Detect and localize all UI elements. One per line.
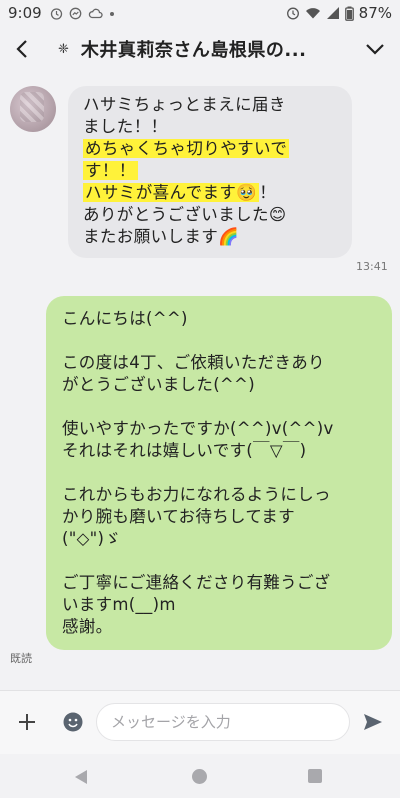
chat-header: ❈ 木井真莉奈さん島根県の... — [0, 26, 400, 72]
message-line — [62, 550, 378, 572]
chevron-down-icon — [366, 44, 384, 55]
message-line — [62, 330, 378, 352]
chat-menu-button[interactable] — [364, 38, 386, 60]
message-line — [62, 396, 378, 418]
status-system-icons: 87% — [286, 4, 392, 22]
status-time: 9:09 — [8, 4, 42, 22]
add-attachment-button[interactable] — [16, 711, 38, 733]
message-line: ありがとうございました😊 — [83, 205, 287, 224]
smiley-icon — [63, 712, 83, 732]
send-icon — [364, 714, 382, 730]
message-line-highlighted: ハサミが喜んでます🥹！ — [83, 183, 277, 202]
message-line: 感謝。 — [62, 617, 113, 636]
message-line: ハサミちょっとまえに届き — [83, 95, 286, 114]
message-line: それはそれは嬉しいです(￣▽￣) — [62, 441, 307, 460]
alarm-icon — [50, 7, 62, 20]
messenger-icon — [69, 7, 82, 19]
chat-title[interactable]: 木井真莉奈さん島根県の... — [81, 36, 349, 62]
message-input-bar — [0, 690, 400, 754]
message-line: この度は4丁、ご依頼いただきあり — [62, 353, 325, 372]
incoming-message-bubble[interactable]: ハサミちょっとまえに届き ました！！ めちゃくちゃ切りやすいで す！！ ハサミが… — [68, 86, 352, 258]
alarm-icon — [286, 7, 299, 20]
message-line — [62, 462, 378, 484]
chevron-left-icon — [16, 40, 27, 58]
back-button[interactable] — [0, 26, 44, 72]
avatar[interactable] — [10, 86, 56, 132]
battery-percentage: 87% — [358, 4, 392, 22]
plus-icon — [19, 714, 35, 730]
nav-home-button[interactable] — [192, 769, 207, 784]
message-line: いますm(__)m — [62, 595, 176, 614]
send-button[interactable] — [362, 711, 384, 733]
status-bar: 9:09 87% — [0, 0, 400, 26]
emoji-button[interactable] — [62, 711, 84, 733]
dot-icon — [109, 11, 114, 16]
nav-recents-button[interactable] — [308, 769, 322, 783]
message-line: ご丁寧にご連絡くださり有難うござ — [62, 573, 331, 592]
read-receipt: 既読 — [10, 652, 32, 665]
message-input[interactable] — [96, 703, 350, 741]
message-line: これからもお力になれるようにしっ — [62, 485, 331, 504]
battery-icon — [344, 6, 354, 21]
outgoing-message-bubble[interactable]: こんにちは(^^) この度は4丁、ご依頼いただきあり がとうございました(^^)… — [46, 296, 392, 650]
system-navigation-bar — [0, 754, 400, 798]
message-line: こんにちは(^^) — [62, 309, 188, 328]
message-line: 使いやすかったですか(^^)v(^^)v — [62, 419, 334, 438]
incoming-message-time: 13:41 — [356, 260, 388, 273]
cloud-icon — [88, 8, 103, 18]
status-notification-icons — [50, 7, 115, 20]
verified-mark-icon: ❈ — [58, 41, 69, 57]
nav-back-button[interactable] — [74, 769, 88, 789]
triangle-back-icon — [75, 770, 87, 784]
message-line: ました！！ — [83, 117, 168, 136]
message-line-highlighted: めちゃくちゃ切りやすいで — [83, 139, 290, 158]
message-line: がとうございました(^^) — [62, 375, 255, 394]
chat-messages[interactable]: ハサミちょっとまえに届き ました！！ めちゃくちゃ切りやすいで す！！ ハサミが… — [0, 72, 400, 690]
message-line-highlighted: す！！ — [83, 161, 138, 180]
message-line: ("◇")ゞ — [62, 529, 122, 548]
signal-icon — [326, 7, 339, 19]
message-line: またお願いします🌈 — [83, 227, 240, 246]
message-line: かり腕も磨いてお待ちしてます — [62, 507, 295, 526]
wifi-icon — [305, 8, 320, 19]
